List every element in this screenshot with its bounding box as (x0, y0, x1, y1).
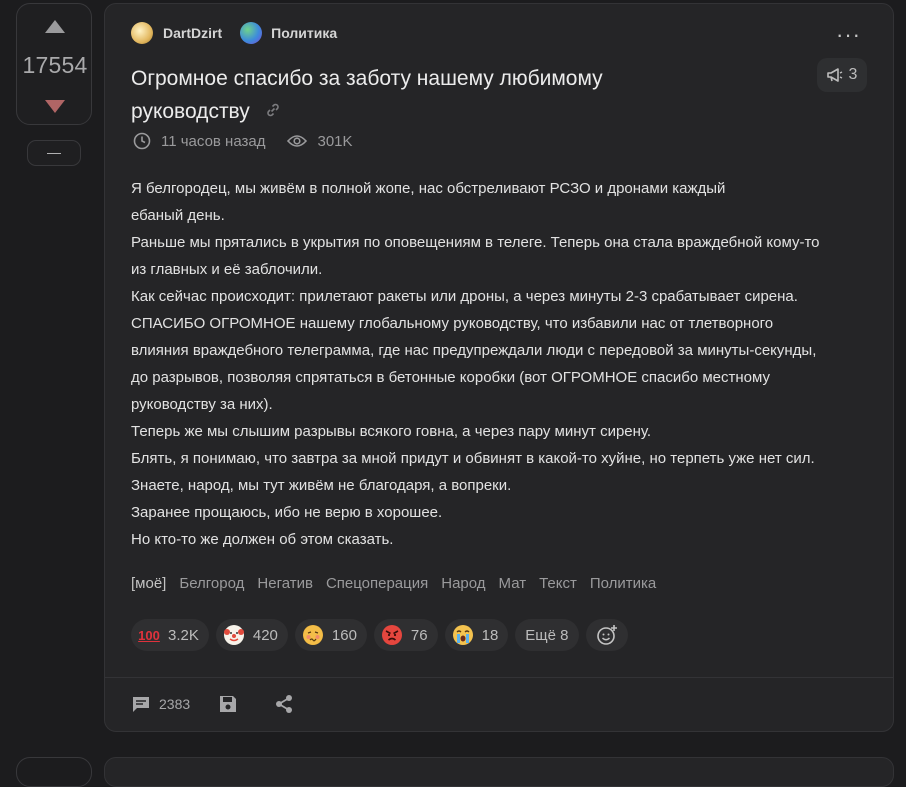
post-body: Я белгородец, мы живём в полной жопе, на… (131, 175, 871, 553)
woozy-face-icon (302, 625, 323, 645)
reaction-crying[interactable]: 18 (444, 619, 509, 651)
post-views: 301K (287, 132, 353, 150)
post-title-text[interactable]: Огромное спасибо за заботу нашему любимо… (131, 67, 603, 123)
reaction-angry[interactable]: 76 (373, 619, 438, 651)
tag[interactable]: Текст (539, 575, 577, 592)
add-reaction-button[interactable] (585, 619, 628, 651)
more-options-icon[interactable]: ··· (836, 24, 861, 46)
body-line: Раньше мы прятались в укрытия по оповеще… (131, 234, 820, 251)
eye-icon (287, 135, 308, 147)
post-time: 11 часов назад (133, 132, 265, 150)
more-reactions-button[interactable]: Ещё 8 (515, 619, 579, 651)
next-vote-box (16, 757, 92, 787)
angry-face-icon (381, 625, 402, 645)
body-line: руководству за них). (131, 396, 273, 413)
community-name[interactable]: Политика (271, 25, 337, 41)
reactions-bar: 100 3.2K 420 160 76 18 Ещё 8 (131, 619, 635, 651)
story-count-badge[interactable]: 3 (817, 58, 867, 92)
reaction-clown[interactable]: 420 (215, 619, 288, 651)
post-meta: 11 часов назад 301K (133, 132, 375, 150)
clock-icon (133, 132, 151, 150)
downvote-arrow-icon[interactable] (45, 100, 65, 113)
reaction-count: 3.2K (168, 626, 199, 644)
save-button[interactable] (218, 694, 246, 714)
minus-button[interactable]: — (27, 140, 81, 166)
tag[interactable]: [моё] (131, 575, 166, 592)
body-line: из главных и её заблочили. (131, 261, 323, 278)
body-line: ебаный день. (131, 207, 225, 224)
body-line: Заранее прощаюсь, ибо не верю в хорошее. (131, 504, 443, 521)
author-name[interactable]: DartDzirt (163, 25, 222, 41)
body-line: Знаете, народ, мы тут живём не благодаря… (131, 477, 512, 494)
next-post-card (104, 757, 894, 787)
story-count: 3 (848, 66, 858, 83)
reaction-count: 420 (252, 626, 278, 644)
link-icon[interactable] (264, 96, 282, 129)
reaction-hundred[interactable]: 100 3.2K (131, 619, 209, 651)
body-line: СПАСИБО ОГРОМНОЕ нашему глобальному руко… (131, 315, 774, 332)
post-footer: 2383 (131, 694, 330, 714)
upvote-arrow-icon[interactable] (45, 20, 65, 33)
reaction-woozy[interactable]: 160 (294, 619, 367, 651)
hundred-points-icon: 100 (138, 627, 160, 643)
reaction-count: 160 (331, 626, 357, 644)
body-line: Блять, я понимаю, что завтра за мной при… (131, 450, 815, 467)
card-divider (105, 677, 893, 678)
floppy-disk-icon (220, 696, 237, 712)
post-card: DartDzirt Политика ··· 3 Огромное спасиб… (104, 3, 894, 732)
body-line: Я белгородец, мы живём в полной жопе, на… (131, 180, 726, 197)
crying-face-icon (452, 625, 473, 645)
add-emoji-icon (596, 625, 617, 645)
tag[interactable]: Негатив (257, 575, 313, 592)
post-title[interactable]: Огромное спасибо за заботу нашему любимо… (131, 62, 691, 129)
share-button[interactable] (274, 694, 302, 714)
clown-face-icon (223, 625, 244, 645)
body-line: до разрывов, позволяя спрятаться в бетон… (131, 369, 770, 386)
share-icon (276, 695, 293, 713)
body-line: Как сейчас происходит: прилетают ракеты … (131, 288, 798, 305)
tag[interactable]: Белгород (179, 575, 244, 592)
post-views-text: 301K (317, 132, 353, 150)
body-line: Но кто-то же должен об этом сказать. (131, 531, 394, 548)
comment-icon (133, 697, 149, 712)
comments-button[interactable]: 2383 (131, 694, 190, 714)
tag-list: [моё] Белгород Негатив Спецоперация Наро… (131, 575, 669, 592)
comments-count: 2383 (159, 696, 191, 712)
reaction-count: 76 (410, 626, 428, 644)
megaphone-icon (826, 68, 842, 82)
post-header: DartDzirt Политика (131, 22, 337, 44)
vote-box: 17554 (16, 3, 92, 125)
body-line: Теперь же мы слышим разрывы всякого говн… (131, 423, 652, 440)
tag[interactable]: Мат (499, 575, 527, 592)
tag[interactable]: Народ (441, 575, 485, 592)
tag[interactable]: Политика (590, 575, 656, 592)
post-time-text: 11 часов назад (161, 132, 266, 150)
reaction-count: 18 (481, 626, 499, 644)
vote-count: 17554 (22, 52, 88, 78)
body-line: влияния враждебного телеграмма, где нас … (131, 342, 817, 359)
tag[interactable]: Спецоперация (326, 575, 428, 592)
community-link[interactable]: Политика (240, 22, 337, 44)
community-globe-icon (240, 22, 263, 44)
author-avatar[interactable] (131, 22, 153, 44)
